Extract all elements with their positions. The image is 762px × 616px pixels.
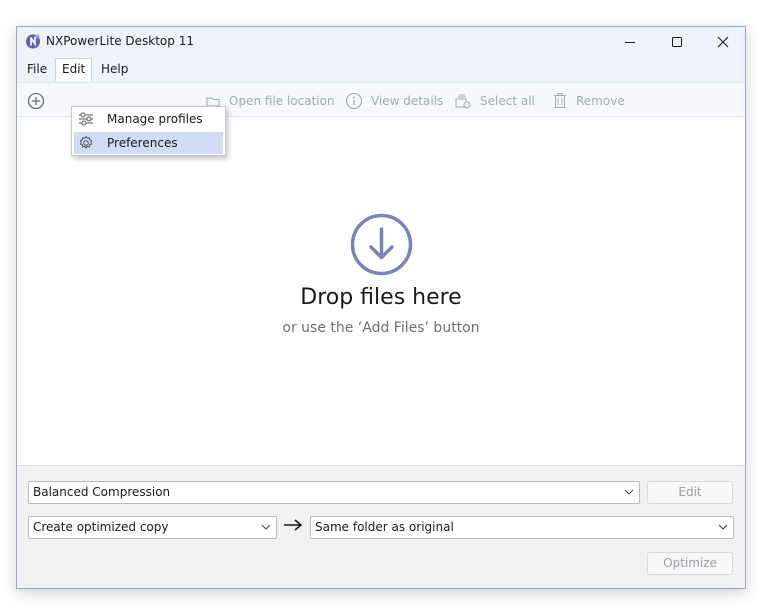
drop-subtitle: or use the ‘Add Files’ button [282,320,480,336]
download-arrow-icon [350,213,413,276]
app-window: NXPowerLite Desktop 11 File Edit Help Op… [16,26,746,589]
view-details-button[interactable]: View details [345,83,443,118]
title-bar: NXPowerLite Desktop 11 [17,27,745,57]
destination-value: Same folder as original [315,520,454,534]
chevron-down-icon [261,524,271,530]
nxpowerlite-logo-icon [26,34,40,49]
preferences-label: Preferences [107,136,178,150]
menu-item-manage-profiles[interactable]: Manage profiles [74,108,223,130]
add-circle-icon [27,92,45,109]
menu-file[interactable]: File [21,58,53,81]
info-icon [345,92,363,109]
destination-select[interactable]: Same folder as original [310,516,734,539]
drop-title: Drop files here [300,285,462,310]
remove-button[interactable]: Remove [552,83,625,118]
gear-icon [79,136,93,149]
window-title: NXPowerLite Desktop 11 [46,34,194,48]
menu-help[interactable]: Help [95,58,134,81]
minimize-button[interactable] [607,27,653,57]
minimize-icon [625,42,635,43]
arrow-right-icon [284,519,303,531]
close-button[interactable] [700,27,745,57]
close-icon [717,36,729,48]
trash-icon [554,92,566,108]
view-details-label: View details [371,93,444,108]
select-all-label: Select all [480,93,535,108]
optimize-button[interactable]: Optimize [647,552,733,575]
edit-menu-dropdown: Manage profiles Preferences [71,106,226,156]
edit-profile-button[interactable]: Edit [647,481,733,504]
menu-item-preferences[interactable]: Preferences [74,132,223,154]
maximize-button[interactable] [654,27,700,57]
mode-value: Create optimized copy [33,520,169,534]
menu-bar: File Edit Help [17,57,745,82]
profile-value: Balanced Compression [33,485,171,499]
remove-label: Remove [576,93,625,108]
mode-select[interactable]: Create optimized copy [28,516,277,539]
chevron-down-icon [624,489,634,495]
profile-select[interactable]: Balanced Compression [28,481,640,504]
open-file-location-label: Open file location [229,93,335,108]
maximize-icon [672,37,682,47]
sliders-icon [79,112,93,126]
select-all-button[interactable]: Select all [454,83,535,118]
menu-edit[interactable]: Edit [55,58,93,81]
manage-profiles-label: Manage profiles [107,112,203,126]
chevron-down-icon [718,524,728,530]
select-all-icon [455,94,471,108]
drop-area[interactable]: Drop files here or use the ‘Add Files’ b… [17,117,745,465]
add-files-button[interactable] [27,83,53,118]
